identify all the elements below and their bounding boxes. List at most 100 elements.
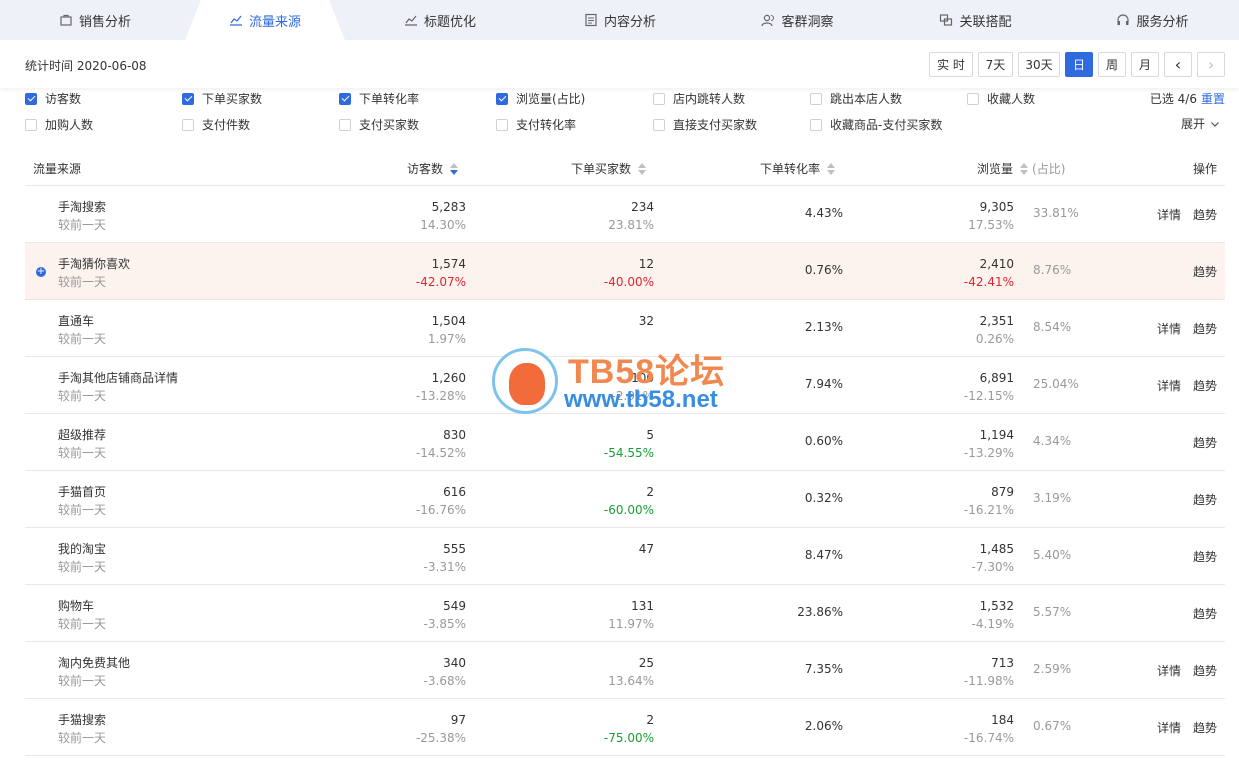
week-button[interactable]: 周 [1098, 52, 1126, 77]
filter-pageviews[interactable]: 浏览量(占比) [496, 90, 585, 107]
trend-link[interactable]: 趋势 [1193, 664, 1217, 678]
visitors-cell: 1,260 -13.28% [416, 369, 466, 405]
pageviews-value: 2,351 [979, 314, 1014, 328]
filter-visitors[interactable]: 访客数 [25, 90, 81, 107]
filter-label: 加购人数 [45, 118, 94, 132]
trend-link[interactable]: 趋势 [1193, 208, 1217, 222]
7day-button[interactable]: 7天 [978, 52, 1013, 77]
checkbox[interactable] [653, 118, 665, 131]
checkbox[interactable] [496, 92, 508, 105]
reset-link[interactable]: 重置 [1201, 92, 1225, 106]
expand-label: 展开 [1180, 117, 1205, 131]
trend-link[interactable]: 趋势 [1193, 265, 1217, 279]
trend-icon [229, 15, 242, 26]
source-name[interactable]: 手淘猜你喜欢 [58, 255, 130, 273]
expand-toggle[interactable]: 展开 [1181, 115, 1221, 132]
expand-plus-icon[interactable]: + [36, 267, 46, 277]
col-pageviews[interactable]: 浏览量 (占比) [977, 160, 1065, 177]
checkbox[interactable] [810, 92, 822, 105]
checkbox[interactable] [810, 118, 822, 131]
source-name[interactable]: 我的淘宝 [58, 540, 106, 558]
detail-link[interactable]: 详情 [1157, 208, 1181, 222]
checkbox[interactable] [967, 92, 979, 105]
table-row: 手淘其他店铺商品详情 较前一天 1,260 -13.28% 100 -2.91% 7.94%… [25, 357, 1225, 414]
pageviews-value: 1,532 [979, 599, 1014, 613]
filter-pay-items[interactable]: 支付件数 [182, 116, 250, 133]
filter-add-cart[interactable]: 加购人数 [25, 116, 93, 133]
rate-cell: 0.76% [804, 263, 843, 277]
share-cell: 5.40% [1033, 548, 1072, 562]
tab-label: 客群洞察 [781, 14, 834, 30]
checkbox[interactable] [25, 92, 37, 105]
source-name[interactable]: 超级推荐 [58, 426, 106, 444]
trend-link[interactable]: 趋势 [1193, 493, 1217, 507]
trend-link[interactable]: 趋势 [1193, 322, 1217, 336]
detail-link[interactable]: 详情 [1157, 379, 1181, 393]
pageviews-value: 1,194 [979, 428, 1014, 442]
tab-related-match[interactable]: 关联搭配 [928, 0, 1023, 40]
checkbox[interactable] [25, 118, 37, 131]
tab-service-analysis[interactable]: 服务分析 [1105, 0, 1200, 40]
tab-content-analysis[interactable]: 内容分析 [575, 0, 665, 40]
compare-label: 较前一天 [58, 446, 107, 460]
compare-label: 较前一天 [58, 389, 107, 403]
filter-order-buyers[interactable]: 下单买家数 [182, 90, 262, 107]
checkbox[interactable] [339, 92, 351, 105]
trend-link[interactable]: 趋势 [1193, 379, 1217, 393]
sort-icon[interactable] [450, 162, 459, 175]
source-name[interactable]: 手淘搜索 [58, 198, 106, 216]
buyers-value: 234 [631, 200, 654, 214]
source-name[interactable]: 淘内免费其他 [58, 654, 130, 672]
detail-link[interactable]: 详情 [1157, 322, 1181, 336]
sort-icon[interactable] [1020, 162, 1029, 175]
detail-link[interactable]: 详情 [1157, 664, 1181, 678]
source-name[interactable]: 手猫首页 [58, 483, 106, 501]
realtime-button[interactable]: 实 时 [929, 52, 973, 77]
day-button[interactable]: 日 [1065, 52, 1093, 77]
checkbox[interactable] [339, 118, 351, 131]
tab-title-optimize[interactable]: 标题优化 [395, 0, 485, 40]
source-cell: 手淘搜索 较前一天 [58, 198, 106, 234]
tab-audience-insight[interactable]: 客群洞察 [750, 0, 845, 40]
filter-pay-buyers[interactable]: 支付买家数 [339, 116, 419, 133]
filter-inner-jump[interactable]: 店内跳转人数 [653, 90, 745, 107]
filter-pay-rate[interactable]: 支付转化率 [496, 116, 576, 133]
next-date-button[interactable]: › [1197, 52, 1225, 77]
source-name[interactable]: 手猫搜索 [58, 711, 106, 729]
tab-traffic-source[interactable]: 流量来源 [205, 0, 325, 40]
source-name[interactable]: 直通车 [58, 312, 106, 330]
prev-date-button[interactable]: ‹ [1164, 52, 1192, 77]
filter-fav-pay[interactable]: 收藏商品-支付买家数 [810, 116, 942, 133]
filter-label: 浏览量(占比) [516, 92, 586, 106]
checkbox[interactable] [182, 92, 194, 105]
filter-bounce[interactable]: 跳出本店人数 [810, 90, 902, 107]
tab-sales-analysis[interactable]: 销售分析 [50, 0, 140, 40]
buyers-cell: 5 -54.55% [604, 426, 654, 462]
visitors-value: 616 [443, 485, 466, 499]
trend-link[interactable]: 趋势 [1193, 436, 1217, 450]
col-visitors[interactable]: 访客数 [407, 160, 459, 177]
visitors-change: -3.31% [423, 560, 466, 574]
sort-icon[interactable] [638, 162, 647, 175]
detail-link[interactable]: 详情 [1157, 721, 1181, 735]
sort-icon[interactable] [827, 162, 836, 175]
30day-button[interactable]: 30天 [1018, 52, 1060, 77]
checkbox[interactable] [496, 118, 508, 131]
col-buyers[interactable]: 下单买家数 [571, 160, 647, 177]
source-name[interactable]: 手淘其他店铺商品详情 [58, 369, 178, 387]
source-name[interactable]: 购物车 [58, 597, 106, 615]
filter-label: 直接支付买家数 [673, 118, 758, 132]
rate-cell: 7.35% [804, 662, 843, 676]
checkbox[interactable] [182, 118, 194, 131]
source-cell: 淘内免费其他 较前一天 [58, 654, 130, 690]
pageviews-value: 879 [991, 485, 1014, 499]
trend-link[interactable]: 趋势 [1193, 721, 1217, 735]
trend-link[interactable]: 趋势 [1193, 607, 1217, 621]
month-button[interactable]: 月 [1131, 52, 1159, 77]
trend-link[interactable]: 趋势 [1193, 550, 1217, 564]
col-rate[interactable]: 下单转化率 [760, 160, 836, 177]
filter-favorites[interactable]: 收藏人数 [967, 90, 1035, 107]
checkbox[interactable] [653, 92, 665, 105]
filter-order-rate[interactable]: 下单转化率 [339, 90, 419, 107]
filter-direct-pay[interactable]: 直接支付买家数 [653, 116, 757, 133]
